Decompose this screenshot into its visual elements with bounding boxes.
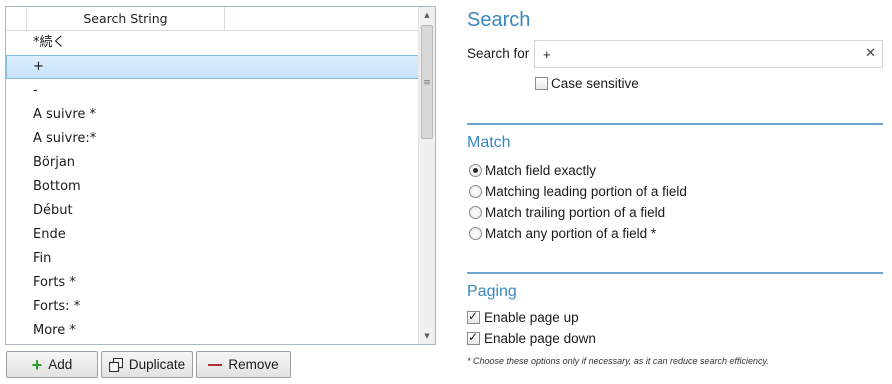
case-sensitive-label[interactable]: Case sensitive [551, 76, 639, 91]
separator-match [467, 123, 883, 125]
search-field[interactable]: ✕ [534, 40, 883, 68]
scroll-up-arrow-icon[interactable]: ▲ [419, 7, 435, 23]
plus-icon: + [31, 354, 43, 375]
list-item[interactable]: Bottom [6, 175, 419, 199]
list-item[interactable]: + [6, 55, 419, 79]
enable-page-down-label[interactable]: Enable page down [484, 331, 596, 346]
add-button[interactable]: + Add [6, 351, 98, 378]
match-option-label[interactable]: Matching leading portion of a field [485, 184, 687, 199]
column-header-search-string[interactable]: Search String [27, 7, 225, 30]
search-for-label: Search for [467, 46, 530, 61]
match-option-radio[interactable] [469, 185, 482, 198]
section-title-search: Search [467, 9, 531, 31]
vertical-scrollbar[interactable]: ▲ ≡ ▼ [418, 7, 435, 344]
duplicate-button[interactable]: Duplicate [101, 351, 193, 378]
remove-button[interactable]: Remove [196, 351, 291, 378]
footnote: * Choose these options only if necessary… [467, 356, 769, 366]
list-item[interactable]: Début [6, 199, 419, 223]
match-option-radio[interactable] [469, 164, 482, 177]
match-option-label[interactable]: Match any portion of a field * [485, 226, 656, 241]
section-title-paging: Paging [467, 283, 517, 300]
grip-icon: ≡ [423, 78, 431, 88]
enable-page-down-checkbox[interactable] [467, 330, 480, 345]
list-item[interactable]: Ende [6, 223, 419, 247]
close-icon[interactable]: ✕ [865, 46, 876, 61]
section-title-match: Match [467, 134, 511, 151]
row-indicator-header [6, 7, 27, 30]
add-button-label: Add [48, 357, 73, 372]
remove-button-label: Remove [228, 357, 279, 372]
list-item[interactable]: - [6, 79, 419, 103]
search-string-list[interactable]: Search String *続く + - A suivre * A suivre:* B… [5, 6, 436, 345]
list-item[interactable]: A suivre:* [6, 127, 419, 151]
match-option-radio[interactable] [469, 227, 482, 240]
case-sensitive-checkbox[interactable] [535, 77, 548, 90]
search-input[interactable] [543, 46, 843, 62]
list-rows: *続く + - A suivre * A suivre:* Början Bottom Déb… [6, 31, 419, 343]
list-item[interactable]: A suivre * [6, 103, 419, 127]
duplicate-icon [108, 357, 123, 372]
list-header: Search String [6, 7, 419, 31]
list-item[interactable]: Forts * [6, 271, 419, 295]
scrollbar-thumb[interactable]: ≡ [421, 25, 433, 139]
separator-paging [467, 272, 883, 274]
scroll-down-arrow-icon[interactable]: ▼ [419, 328, 435, 344]
list-item[interactable]: *続く [6, 31, 419, 55]
list-item[interactable]: Fin [6, 247, 419, 271]
match-option-radio[interactable] [469, 206, 482, 219]
minus-icon [208, 363, 223, 366]
enable-page-up-label[interactable]: Enable page up [484, 310, 579, 325]
list-item[interactable]: More * [6, 319, 419, 343]
match-option-label[interactable]: Match field exactly [485, 163, 596, 178]
list-item[interactable]: Forts: * [6, 295, 419, 319]
match-option-label[interactable]: Match trailing portion of a field [485, 205, 665, 220]
list-item[interactable]: Början [6, 151, 419, 175]
duplicate-button-label: Duplicate [128, 357, 186, 372]
enable-page-up-checkbox[interactable] [467, 309, 480, 324]
